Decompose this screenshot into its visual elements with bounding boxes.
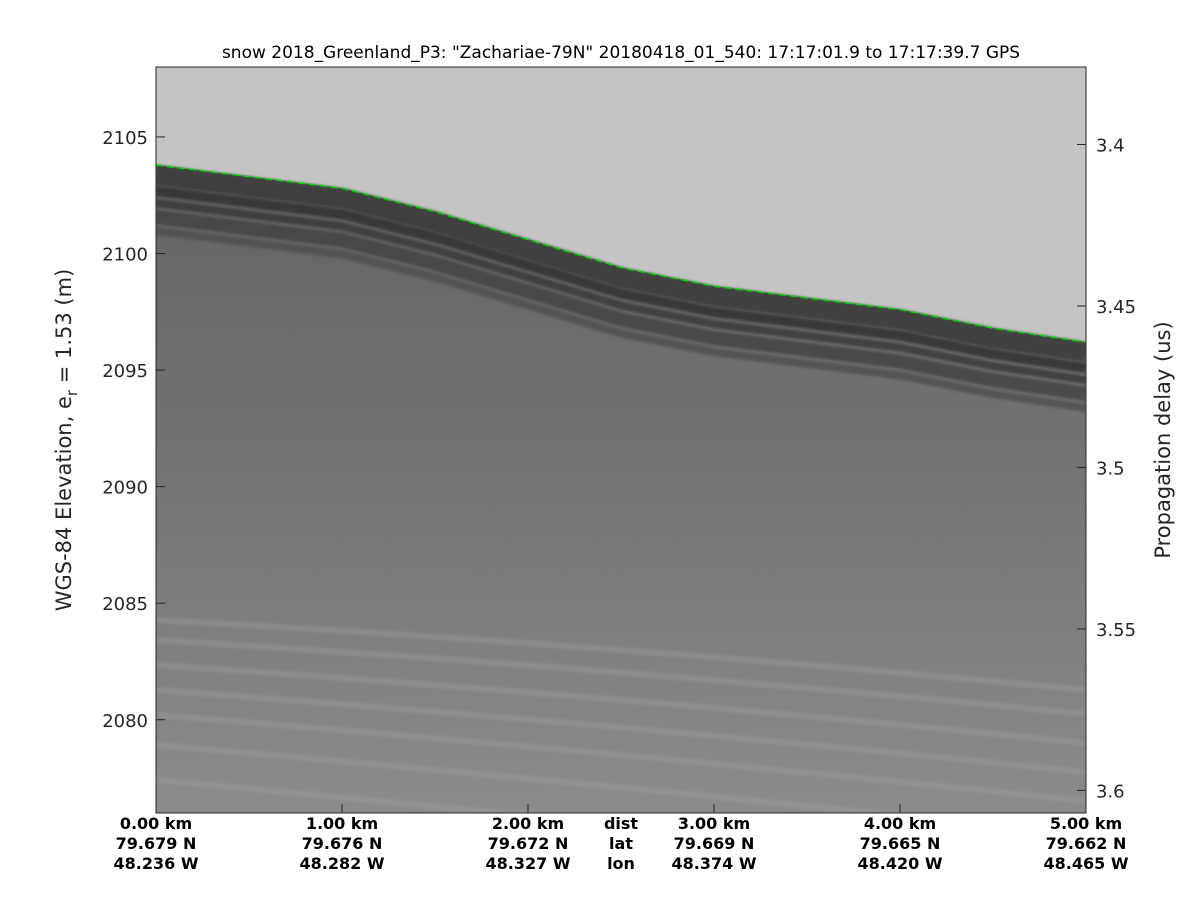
left-tick-label: 2090 <box>102 478 148 499</box>
right-tick-label: 3.6 <box>1096 781 1125 802</box>
x-tick-lon-label: 48.465 W <box>1044 854 1129 873</box>
y-axis-label-left-main: WGS-84 Elevation, e <box>52 396 76 611</box>
left-tick-label: 2100 <box>102 245 148 266</box>
x-tick-dist-label: 3.00 km <box>678 814 750 833</box>
left-tick-label: 2105 <box>102 128 148 149</box>
x-row-label-dist: dist <box>604 814 638 833</box>
echogram-chart: 2105 2100 2095 2090 2085 2080 3.4 3.45 3.5 3.55 3… <box>52 43 1175 873</box>
x-tick-dist-label: 5.00 km <box>1050 814 1122 833</box>
right-tick-label: 3.55 <box>1096 620 1136 641</box>
right-tick-label: 3.4 <box>1096 136 1125 157</box>
chart-title: snow 2018_Greenland_P3: "Zachariae-79N" … <box>222 43 1020 63</box>
x-row-label-lon: lon <box>607 854 635 873</box>
x-tick-dist-label: 2.00 km <box>492 814 564 833</box>
x-tick-lat-label: 79.662 N <box>1046 834 1127 853</box>
x-tick-lon-label: 48.327 W <box>486 854 571 873</box>
x-row-label-lat: lat <box>609 834 633 853</box>
x-tick-lon-label: 48.374 W <box>672 854 757 873</box>
x-tick-lon-label: 48.282 W <box>300 854 385 873</box>
x-tick-dist-label: 1.00 km <box>306 814 378 833</box>
y-axis-label-left: WGS-84 Elevation, er = 1.53 (m) <box>52 269 81 612</box>
x-tick-lon-label: 48.420 W <box>858 854 943 873</box>
bottom-axis: 0.00 km79.679 N48.236 W1.00 km79.676 N48… <box>114 804 1129 873</box>
y-axis-label-left-suffix: = 1.53 (m) <box>52 269 76 390</box>
x-tick-dist-label: 0.00 km <box>120 814 192 833</box>
left-tick-label: 2095 <box>102 361 148 382</box>
x-tick-lat-label: 79.665 N <box>860 834 941 853</box>
right-tick-label: 3.45 <box>1096 297 1136 318</box>
x-tick-lat-label: 79.676 N <box>302 834 383 853</box>
x-tick-lat-label: 79.669 N <box>674 834 755 853</box>
y-axis-label-right: Propagation delay (us) <box>1151 321 1175 558</box>
x-tick-lon-label: 48.236 W <box>114 854 199 873</box>
right-tick-label: 3.5 <box>1096 458 1125 479</box>
x-tick-lat-label: 79.672 N <box>488 834 569 853</box>
x-tick-dist-label: 4.00 km <box>864 814 936 833</box>
left-tick-label: 2080 <box>102 711 148 732</box>
left-tick-label: 2085 <box>102 594 148 615</box>
x-tick-lat-label: 79.679 N <box>116 834 197 853</box>
echogram-image <box>156 67 1086 813</box>
